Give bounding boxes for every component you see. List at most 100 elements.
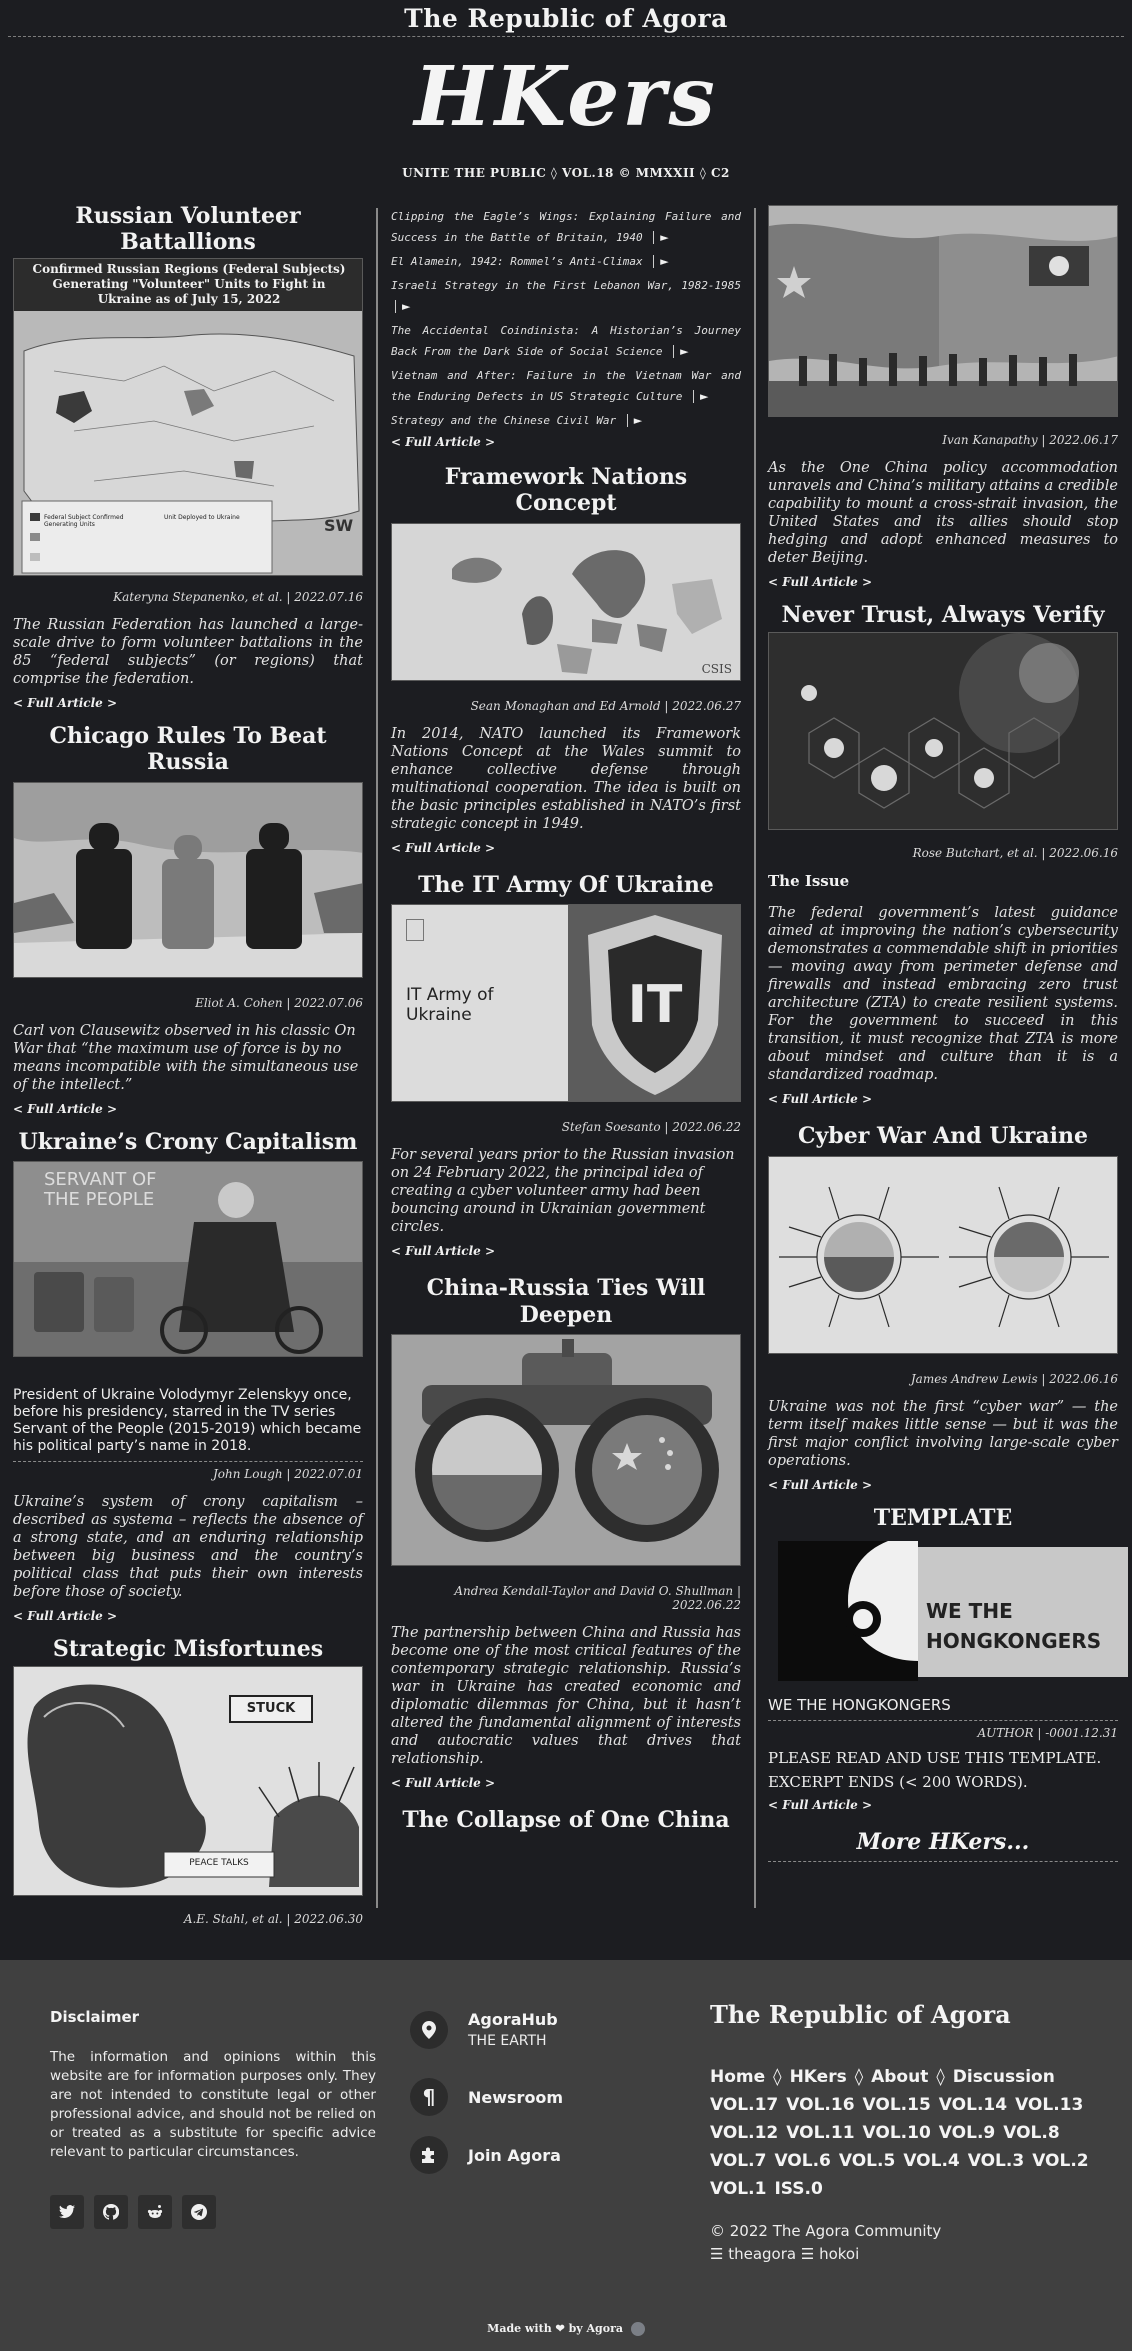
related-link[interactable]: Clipping the Eagle’s Wings: Explaining F… xyxy=(391,206,741,248)
full-article-link[interactable]: < Full Article > xyxy=(13,1102,117,1116)
volume-link[interactable]: VOL.11 xyxy=(786,2123,854,2143)
article-byline: A.E. Stahl, et al. | 2022.06.30 xyxy=(183,1912,363,1927)
article-title[interactable]: China-Russia Ties Will Deepen xyxy=(391,1275,741,1328)
twitter-icon[interactable] xyxy=(50,2195,84,2229)
full-article-link[interactable]: < Full Article > xyxy=(391,1776,495,1790)
nav-about[interactable]: About xyxy=(871,2067,928,2087)
related-link[interactable]: Israeli Strategy in the First Lebanon Wa… xyxy=(391,275,741,317)
reddit-icon[interactable] xyxy=(138,2195,172,2229)
article-title[interactable]: TEMPLATE xyxy=(768,1505,1118,1531)
related-link[interactable]: Vietnam and After: Failure in the Vietna… xyxy=(391,365,741,407)
article-image-zero-trust[interactable] xyxy=(768,632,1118,831)
article-byline: Rose Butchart, et al. | 2022.06.16 xyxy=(912,846,1118,861)
volume-link[interactable]: VOL.10 xyxy=(863,2123,931,2143)
volume-link[interactable]: VOL.7 xyxy=(710,2151,766,2171)
article-image-russia-map[interactable]: Confirmed Russian Regions (Federal Subje… xyxy=(13,257,363,576)
article-excerpt: Carl von Clausewitz observed in his clas… xyxy=(13,1022,359,1093)
more-hkers-divider xyxy=(768,1861,1118,1863)
flags-crowd-illustration xyxy=(769,206,1117,416)
volume-link[interactable]: VOL.5 xyxy=(839,2151,895,2171)
paragraph-icon: ¶ xyxy=(410,2078,448,2116)
volume-links: VOL.1 ISS.0 xyxy=(710,2175,1090,2203)
article-title[interactable]: The Collapse of One China xyxy=(391,1807,741,1833)
it-badge-text: IT xyxy=(627,975,683,1036)
footer-copyright: © 2022 The Agora Community ☰ theagora ☰ … xyxy=(710,2220,941,2266)
article-byline: Sean Monaghan and Ed Arnold | 2022.06.27 xyxy=(470,698,741,713)
article-title[interactable]: Cyber War And Ukraine xyxy=(768,1123,1118,1149)
volume-link[interactable]: VOL.6 xyxy=(774,2151,830,2171)
article-title[interactable]: Ukraine’s Crony Capitalism xyxy=(13,1129,363,1155)
volume-link[interactable]: ISS.0 xyxy=(774,2179,822,2199)
github-icon[interactable] xyxy=(94,2195,128,2229)
article-excerpt: As the One China policy accommodation un… xyxy=(768,460,1118,566)
volume-links: VOL.7 VOL.6 VOL.5 VOL.4 VOL.3 VOL.2 xyxy=(710,2147,1090,2175)
article-image-binoculars[interactable] xyxy=(391,1333,741,1566)
volume-link[interactable]: VOL.2 xyxy=(1032,2151,1088,2171)
nav-home[interactable]: Home xyxy=(710,2067,765,2087)
article-image-chicago-rules[interactable] xyxy=(13,781,363,978)
column-divider xyxy=(376,208,378,1908)
article-image-strategic-misfortunes[interactable]: STUCK PEACE TALKS xyxy=(13,1666,363,1897)
article-title[interactable]: Never Trust, Always Verify xyxy=(768,602,1118,628)
footer-primary-nav: Home ◊ HKers ◊ About ◊ Discussion xyxy=(710,2063,1090,2091)
arrow-right-icon: ► xyxy=(653,231,669,244)
column-left: Russian Volunteer Battallions Confirmed … xyxy=(13,200,363,1926)
made-with-credit: Made with ❤ by Agora xyxy=(0,2322,1132,2336)
volume-link[interactable]: VOL.17 xyxy=(710,2095,778,2115)
cyber-flags-chips-illustration xyxy=(769,1156,1117,1353)
full-article-link[interactable]: < Full Article > xyxy=(391,435,495,449)
russia-map-graphic: SW xyxy=(14,310,362,575)
footer-nav: Home ◊ HKers ◊ About ◊ Discussion VOL.17 VOL.16… xyxy=(710,2063,1090,2203)
full-article-link[interactable]: < Full Article > xyxy=(768,1478,872,1492)
article-title[interactable]: Chicago Rules To Beat Russia xyxy=(13,723,363,776)
volume-link[interactable]: VOL.15 xyxy=(863,2095,931,2115)
related-link[interactable]: The Accidental Coindinista: A Historian’… xyxy=(391,320,741,362)
it-army-title: IT Army of Ukraine xyxy=(406,985,494,1026)
volume-link[interactable]: VOL.16 xyxy=(786,2095,854,2115)
article-excerpt: The partnership between China and Russia… xyxy=(391,1624,741,1767)
made-with-suffix: by Agora xyxy=(568,2322,624,2335)
nav-discussion[interactable]: Discussion xyxy=(953,2067,1055,2087)
nav-separator: ◊ xyxy=(936,2067,945,2087)
full-article-link[interactable]: < Full Article > xyxy=(768,575,872,589)
article-title[interactable]: The IT Army Of Ukraine xyxy=(391,872,741,898)
volume-link[interactable]: VOL.3 xyxy=(968,2151,1024,2171)
footer-brand[interactable]: The Republic of Agora xyxy=(710,2000,1011,2029)
more-hkers-link[interactable]: More HKers... xyxy=(768,1829,1118,1855)
volume-link[interactable]: VOL.14 xyxy=(939,2095,1007,2115)
article-image-europe-map[interactable]: CSIS xyxy=(391,522,741,681)
article-image-servant-of-the-people[interactable]: SERVANT OF THE PEOPLE xyxy=(13,1160,363,1357)
volume-link[interactable]: VOL.9 xyxy=(939,2123,995,2143)
article-image-flags[interactable] xyxy=(768,205,1118,417)
article-title[interactable]: Strategic Misfortunes xyxy=(13,1636,363,1662)
site-title[interactable]: The Republic of Agora xyxy=(0,4,1132,33)
article-title[interactable]: Framework Nations Concept xyxy=(391,464,741,517)
article-title[interactable]: Russian Volunteer Battallions xyxy=(13,203,363,256)
article-image-it-army[interactable]: IT IT Army of Ukraine xyxy=(391,904,741,1103)
related-link[interactable]: Strategy and the Chinese Civil War ► xyxy=(391,410,741,431)
volume-link[interactable]: VOL.8 xyxy=(1003,2123,1059,2143)
binoculars-flags-illustration xyxy=(392,1334,740,1565)
telegram-icon[interactable] xyxy=(182,2195,216,2229)
volume-link[interactable]: VOL.4 xyxy=(903,2151,959,2171)
brand-logo[interactable]: HKers xyxy=(0,48,1132,146)
full-article-link[interactable]: < Full Article > xyxy=(13,696,117,710)
footer-handles[interactable]: ☰ theagora ☰ hokoi xyxy=(710,2243,941,2266)
full-article-link[interactable]: < Full Article > xyxy=(391,841,495,855)
contact-agorahub[interactable]: AgoraHub THE EARTH xyxy=(410,2010,558,2049)
full-article-link[interactable]: < Full Article > xyxy=(768,1092,872,1106)
volume-link[interactable]: VOL.12 xyxy=(710,2123,778,2143)
full-article-link[interactable]: < Full Article > xyxy=(391,1244,495,1258)
contact-newsroom[interactable]: ¶ Newsroom xyxy=(410,2078,563,2116)
template-logo-image[interactable]: WE THE HONGKONGERS xyxy=(768,1537,1128,1687)
related-link[interactable]: El Alamein, 1942: Rommel’s Anti-Climax ► xyxy=(391,251,741,272)
contact-join-agora[interactable]: Join Agora xyxy=(410,2136,561,2174)
full-article-link[interactable]: < Full Article > xyxy=(768,1798,872,1812)
article-image-cyber-war[interactable] xyxy=(768,1155,1118,1354)
contact-sublabel: THE EARTH xyxy=(468,2033,547,2049)
nav-hkers[interactable]: HKers xyxy=(790,2067,847,2087)
volume-link[interactable]: VOL.1 xyxy=(710,2179,766,2199)
volume-link[interactable]: VOL.13 xyxy=(1015,2095,1083,2115)
full-article-link[interactable]: < Full Article > xyxy=(13,1609,117,1623)
theme-toggle-dot[interactable] xyxy=(630,2322,645,2336)
